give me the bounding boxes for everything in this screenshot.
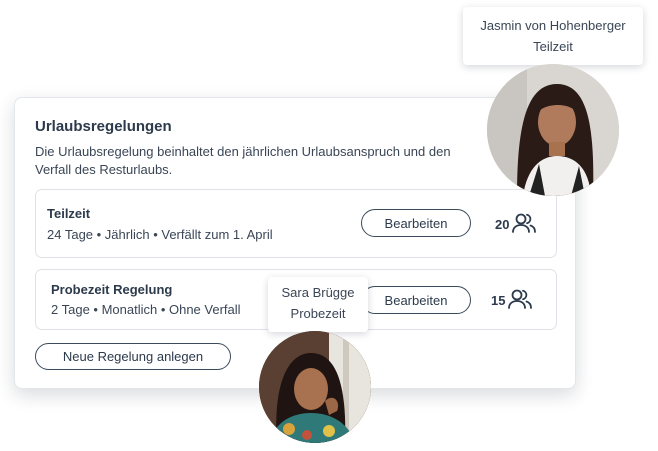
person-tooltip: Jasmin von Hohenberger Teilzeit [463,7,643,65]
rule-title: Probezeit Regelung [51,282,173,297]
assigned-count: 15 [491,287,533,314]
person-role: Probezeit [290,306,346,321]
add-rule-button[interactable]: Neue Regelung anlegen [35,343,231,370]
assigned-count-value: 20 [495,217,510,232]
edit-button[interactable]: Bearbeiten [361,286,471,314]
person-role: Teilzeit [533,39,573,54]
avatar[interactable] [487,64,619,196]
rule-row-teilzeit: Teilzeit 24 Tage • Jährlich • Verfällt z… [35,189,557,258]
assigned-count: 20 [495,211,537,238]
rule-title: Teilzeit [47,206,91,221]
avatar[interactable] [259,331,371,443]
users-icon [507,287,533,314]
card-description: Die Urlaubsregelung beinhaltet den jährl… [35,144,451,177]
users-icon [511,211,537,238]
person-name: Sara Brügge [281,285,355,300]
rule-details: 2 Tage • Monatlich • Ohne Verfall [51,302,241,317]
person-name: Jasmin von Hohenberger [480,18,626,33]
card-title: Urlaubsregelungen [35,118,172,135]
edit-button[interactable]: Bearbeiten [361,209,471,237]
rule-details: 24 Tage • Jährlich • Verfällt zum 1. Apr… [47,227,273,242]
assigned-count-value: 15 [491,293,506,308]
person-tooltip: Sara Brügge Probezeit [268,277,368,332]
